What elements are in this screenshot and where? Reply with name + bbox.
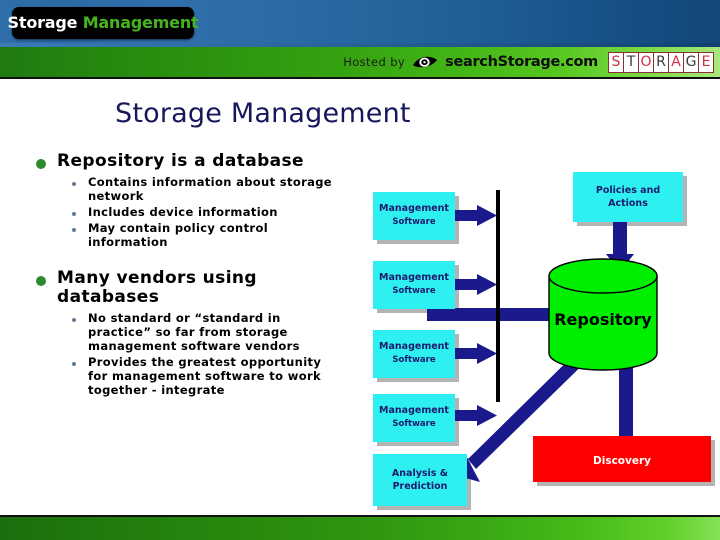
slide-body-text: Repository is a database Contains inform… [36,151,336,399]
sponsor-name[interactable]: searchStorage.com [445,54,598,70]
node-management-software-3[interactable] [373,330,455,378]
bullet-disc-icon [36,276,46,287]
diagram-canvas: Management Software Management Software … [373,172,715,510]
site-logo[interactable]: Storage Management [8,7,199,39]
sub-bullet-dot-icon [72,182,76,187]
label-discovery: Discovery [593,455,651,467]
sub-bullet-list: No standard or “standard in practice” so… [72,311,336,397]
arrow-mgmt1-to-bus [453,205,497,226]
label-management-software-1-line1: Management [379,203,449,214]
page-title: Storage Management [115,98,411,129]
eye-icon [412,54,438,70]
mark-letter-g: G [683,51,699,73]
sub-bullet-item: Provides the greatest opportunity for ma… [72,355,336,397]
sponsor-bar: Hosted by searchStorage.com S T O R A G … [343,50,714,74]
header-divider-rule [0,77,720,79]
site-logo-word-storage: Storage [7,13,78,32]
sub-bullet-dot-icon [72,318,76,323]
node-policies-actions[interactable] [573,172,683,222]
arrow-mgmt3-to-bus [453,343,497,364]
bullet-group-spacer [36,251,336,269]
label-management-software-3-line1: Management [379,341,449,352]
sub-bullet-dot-icon [72,362,76,367]
bullet-item: Many vendors using databases [36,269,336,307]
mark-letter-t: T [623,51,639,73]
bullet-label: Repository is a database [57,151,304,171]
repository-architecture-diagram: Management Software Management Software … [355,148,720,513]
sub-bullet-item: No standard or “standard in practice” so… [72,311,336,353]
label-management-software-2-line1: Management [379,272,449,283]
sub-bullet-dot-icon [72,228,76,233]
arrow-mgmt4-to-bus [453,405,497,426]
mark-letter-r: R [653,51,669,73]
label-policies-line2: Actions [608,198,648,209]
node-management-software-1[interactable] [373,192,455,240]
storage-magazine-mark: S T O R A G E [608,51,714,73]
bullet-item: Repository is a database [36,151,336,171]
label-management-software-2-line2: Software [392,286,436,296]
sub-bullet-item: Contains information about storage netwo… [72,175,336,203]
sub-bullet-dot-icon [72,212,76,217]
label-management-software-4-line1: Management [379,405,449,416]
site-logo-text: Storage Management [8,15,199,31]
integration-bus-bar [496,190,500,402]
site-logo-word-management: Management [82,13,199,32]
sub-bullet-list: Contains information about storage netwo… [72,175,336,249]
sub-bullet-label: Provides the greatest opportunity for ma… [88,355,322,398]
label-analysis-line2: Prediction [393,481,448,492]
bullet-label: Many vendors using databases [57,268,257,308]
mark-letter-o: O [638,51,654,73]
sub-bullet-label: Includes device information [88,205,278,220]
label-management-software-3-line2: Software [392,355,436,365]
sub-bullet-item: May contain policy control information [72,221,336,249]
mark-letter-a: A [668,51,684,73]
mark-letter-s: S [608,51,624,73]
label-analysis-line1: Analysis & [392,468,448,479]
footer-green-band [0,517,720,540]
node-management-software-2[interactable] [373,261,455,309]
label-management-software-4-line2: Software [392,419,436,429]
mark-letter-e: E [698,51,714,73]
page-header: Storage Management Hosted by searchStora… [0,0,720,79]
node-analysis-prediction[interactable] [373,454,467,506]
sub-bullet-label: May contain policy control information [88,221,268,250]
bullet-disc-icon [36,159,46,169]
sub-bullet-item: Includes device information [72,205,336,219]
label-management-software-1-line2: Software [392,217,436,227]
arrow-mgmt2-to-bus [453,274,497,295]
sub-bullet-label: No standard or “standard in practice” so… [88,311,300,354]
hosted-by-label: Hosted by [343,55,406,69]
node-management-software-4[interactable] [373,394,455,442]
label-policies-line1: Policies and [596,185,660,196]
sub-bullet-label: Contains information about storage netwo… [88,175,332,204]
label-repository: Repository [554,310,652,329]
